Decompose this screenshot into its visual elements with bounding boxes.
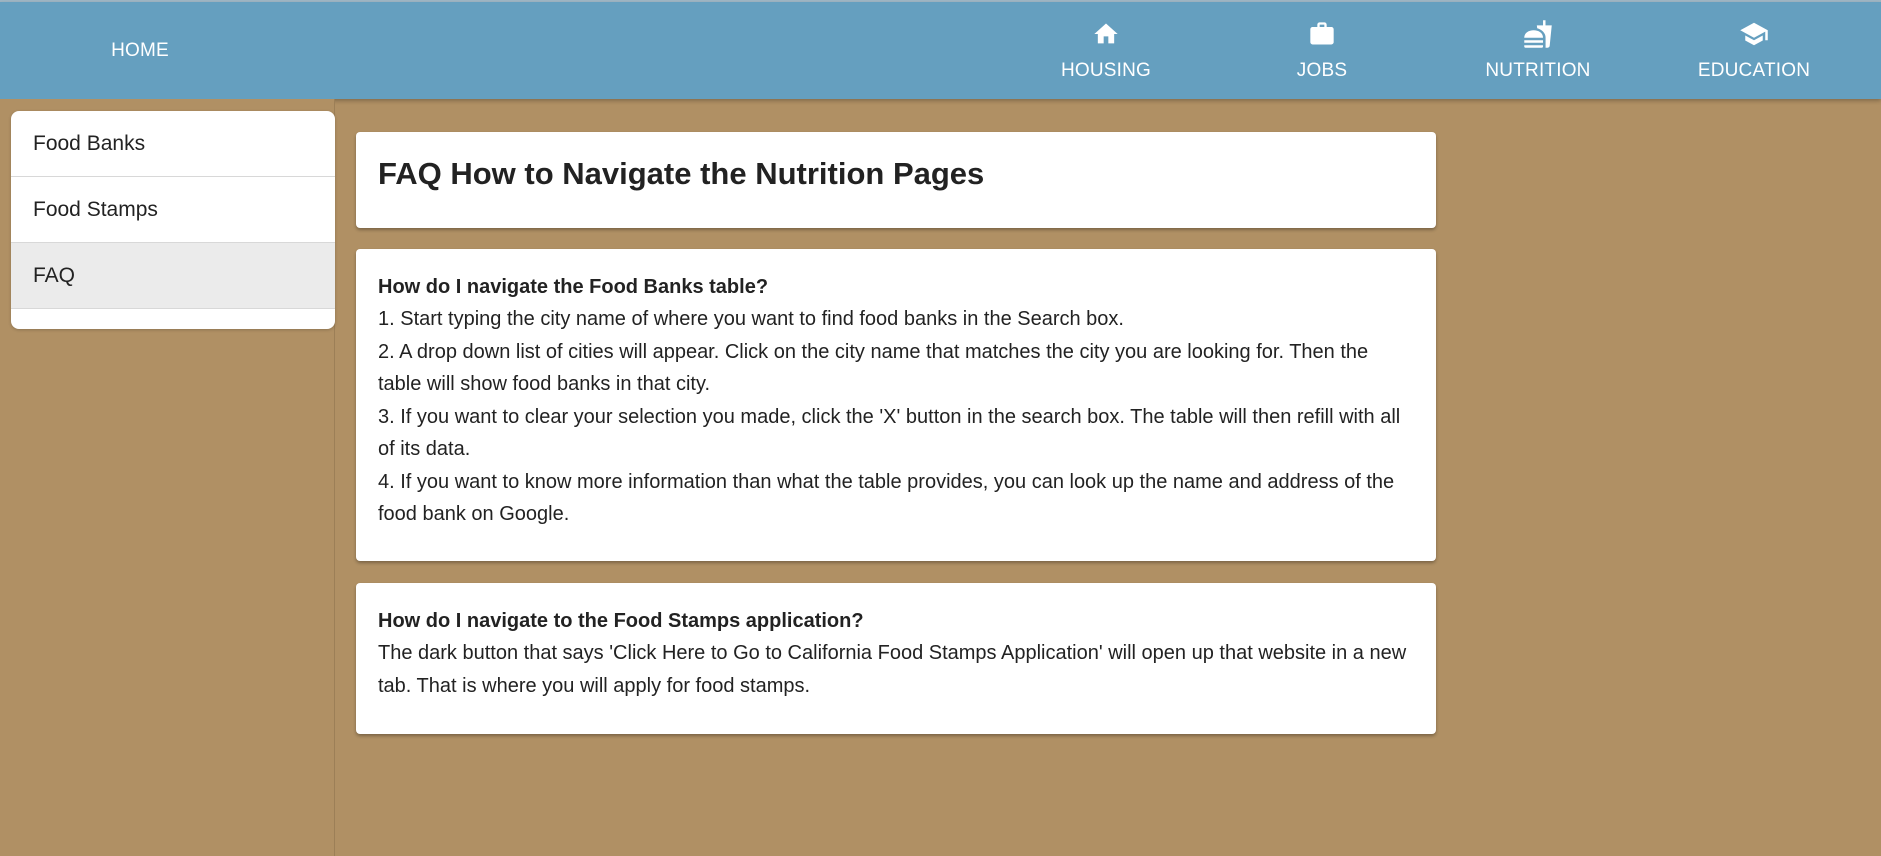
faq-answer: 3. If you want to clear your selection y…	[378, 405, 1401, 461]
faq-question: How do I navigate to the Food Stamps app…	[378, 610, 864, 632]
nav-item-jobs[interactable]: JOBS	[1222, 2, 1422, 99]
sidebar-item-food-banks[interactable]: Food Banks	[11, 111, 335, 177]
nav-item-housing[interactable]: HOUSING	[1006, 2, 1206, 99]
graduation-cap-icon	[1738, 18, 1770, 50]
nav-item-label: NUTRITION	[1485, 60, 1591, 81]
faq-answer: 1. Start typing the city name of where y…	[378, 308, 1124, 330]
faq-card-food-stamps: How do I navigate to the Food Stamps app…	[356, 583, 1436, 734]
sidebar-item-food-stamps[interactable]: Food Stamps	[11, 177, 335, 243]
top-navbar: HOME HOUSING JOBS NUTRITION EDUCATION	[0, 2, 1881, 99]
nav-item-education[interactable]: EDUCATION	[1654, 2, 1854, 99]
nav-item-label: EDUCATION	[1697, 60, 1811, 81]
nav-item-label: HOUSING	[1060, 60, 1152, 81]
faq-answer: 4. If you want to know more information …	[378, 470, 1395, 526]
sidebar-item-faq[interactable]: FAQ	[11, 243, 335, 309]
nav-item-label: JOBS	[1296, 60, 1348, 81]
title-card: FAQ How to Navigate the Nutrition Pages	[356, 132, 1436, 228]
home-icon	[1090, 18, 1122, 50]
nav-item-nutrition[interactable]: NUTRITION	[1438, 2, 1638, 99]
fastfood-icon	[1522, 18, 1554, 50]
faq-answer: 2. A drop down list of cities will appea…	[378, 340, 1369, 396]
page-title: FAQ How to Navigate the Nutrition Pages	[378, 156, 985, 191]
nav-home-link[interactable]: HOME	[88, 2, 192, 99]
faq-question: How do I navigate the Food Banks table?	[378, 276, 769, 298]
faq-answer: The dark button that says 'Click Here to…	[378, 642, 1407, 697]
faq-card-food-banks: How do I navigate the Food Banks table? …	[356, 249, 1436, 561]
briefcase-icon	[1306, 18, 1338, 50]
sidebar-menu: Food Banks Food Stamps FAQ	[11, 111, 335, 329]
